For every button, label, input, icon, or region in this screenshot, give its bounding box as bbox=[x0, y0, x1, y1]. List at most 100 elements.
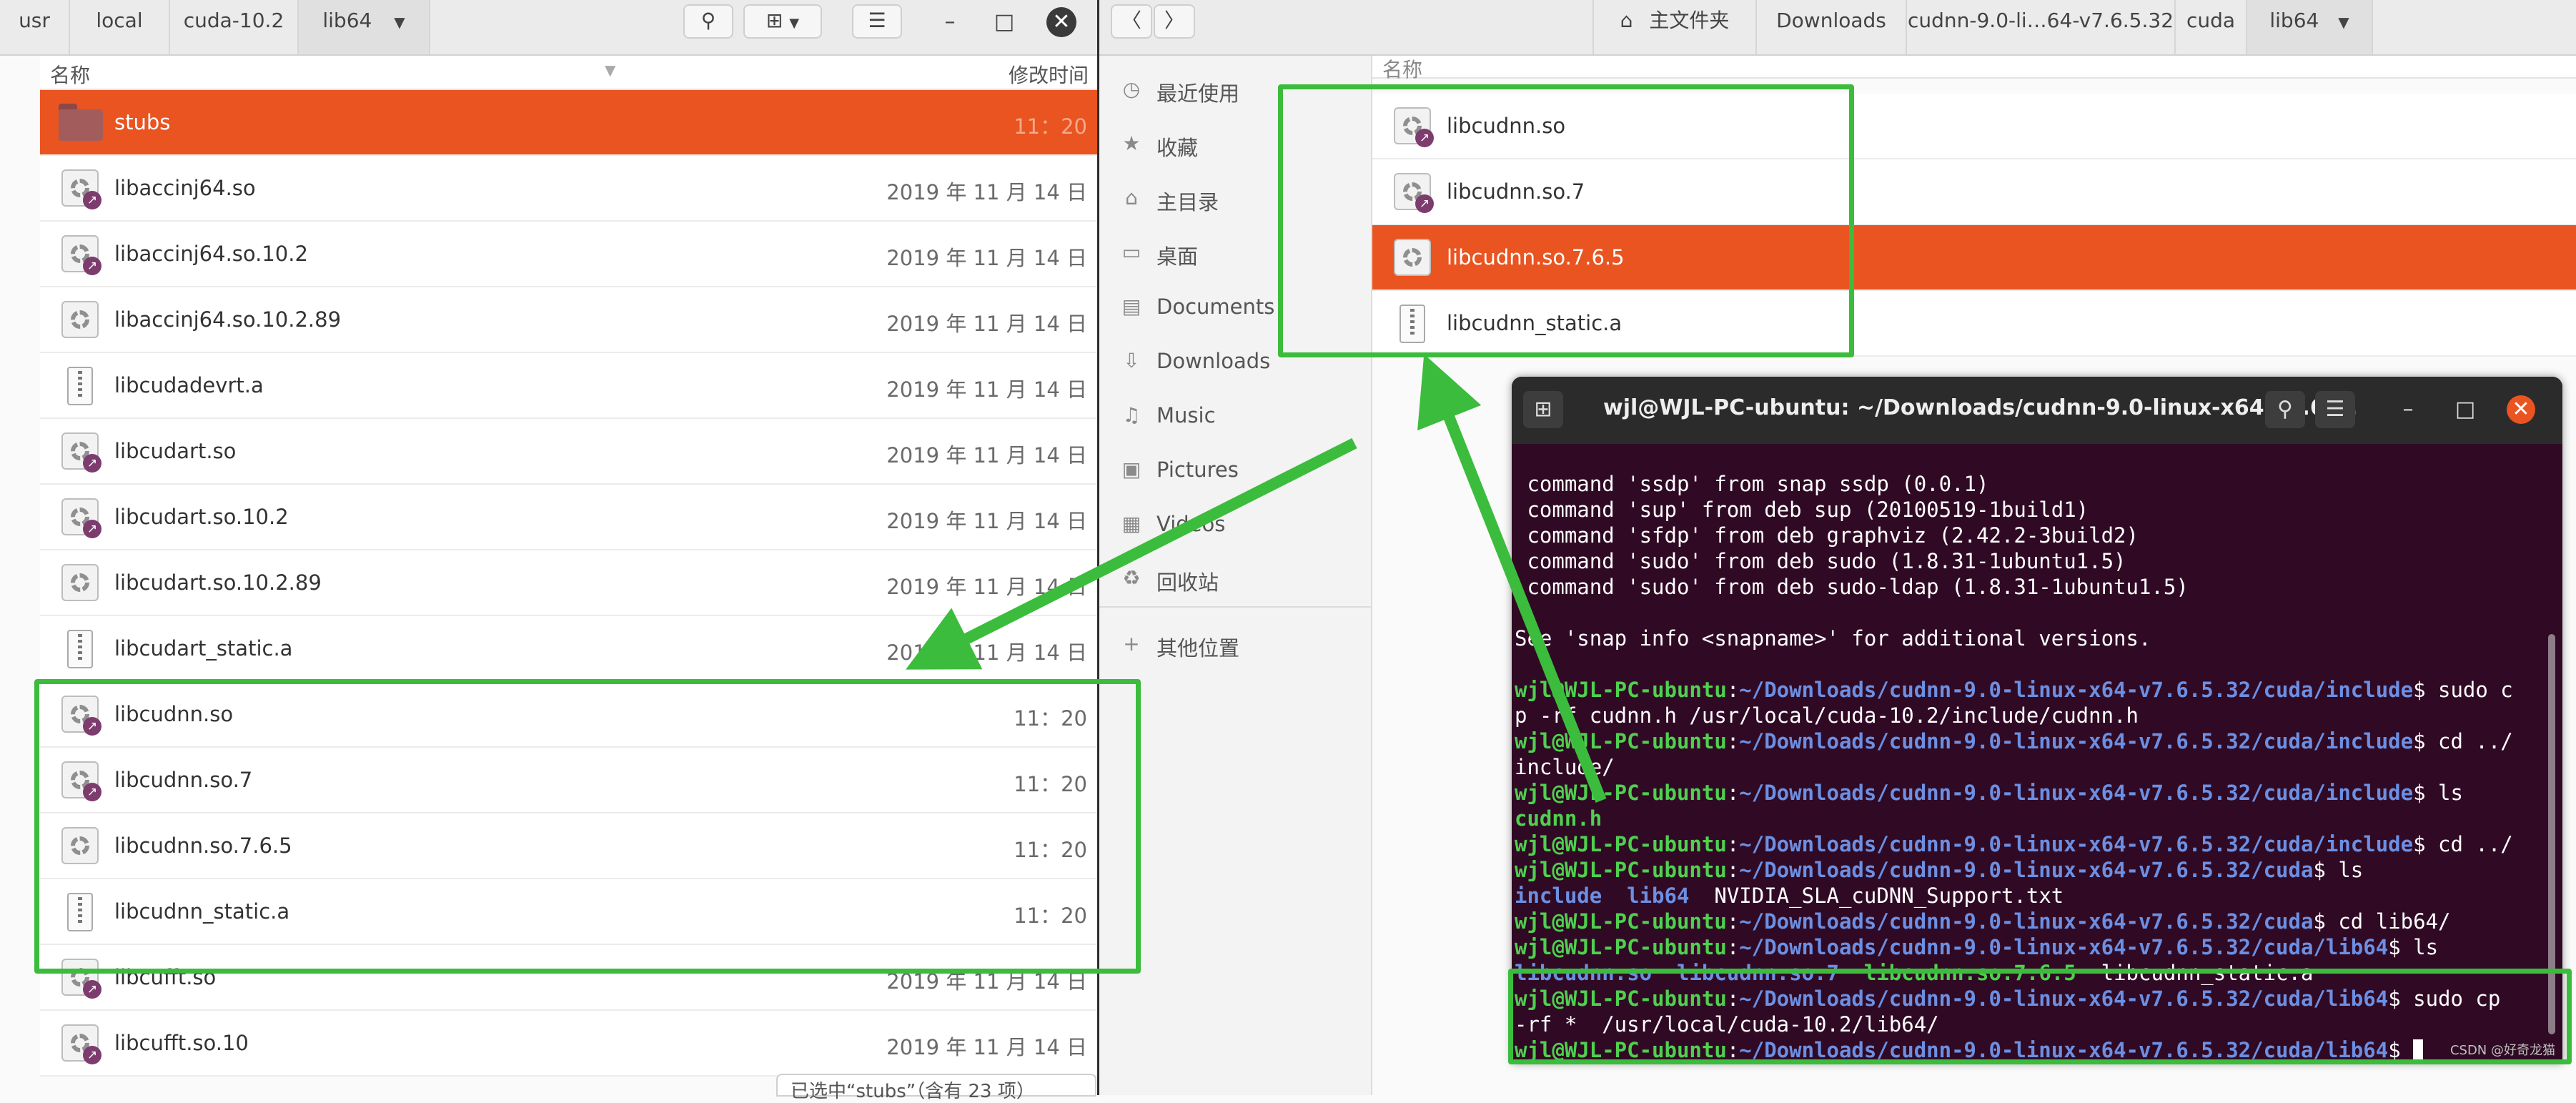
breadcrumb-cuda-10-2[interactable]: cuda-10.2 bbox=[170, 0, 299, 54]
sidebar-item[interactable]: ⌂ 主目录 bbox=[1099, 172, 1371, 226]
file-row[interactable]: libaccinj64.so.10.2.89 2019 年 11 月 14 日 bbox=[40, 287, 1097, 353]
sidebar-item[interactable]: ⇩ Downloads bbox=[1099, 335, 1371, 389]
symlink-library-icon: ↗ bbox=[61, 169, 101, 209]
link-arrow-icon: ↗ bbox=[1415, 194, 1434, 213]
sidebar-item[interactable]: ★ 收藏 bbox=[1099, 117, 1371, 172]
breadcrumb-cudnn[interactable]: cudnn-9.0-li…64-v7.6.5.32 bbox=[1907, 0, 2176, 54]
file-row[interactable]: libcudadevrt.a 2019 年 11 月 14 日 bbox=[40, 353, 1097, 419]
file-icon-slot bbox=[1394, 305, 1431, 343]
terminal-text: wjl@WJL-PC-ubuntu bbox=[1515, 678, 1727, 702]
terminal-text: wjl@WJL-PC-ubuntu bbox=[1515, 832, 1727, 856]
terminal-line: cudnn.h bbox=[1515, 806, 2544, 831]
terminal-text: : bbox=[1726, 729, 1740, 753]
chevron-down-icon: ▼ bbox=[789, 16, 800, 31]
sidebar-item-icon: ◷ bbox=[1122, 77, 1141, 101]
file-icon-slot bbox=[61, 564, 99, 603]
file-modified: 11：20 bbox=[1014, 772, 1087, 796]
selection-status-bar: 已选中“stubs”（含有 23 项） bbox=[776, 1074, 1096, 1102]
library-icon bbox=[61, 301, 99, 338]
file-icon-slot: ↗ bbox=[1394, 173, 1434, 213]
breadcrumb-home[interactable]: ⌂ 主文件夹 bbox=[1592, 0, 1757, 54]
terminal-text: ~/Downloads/cudnn-9.0-linux-x64-v7.6.5.3… bbox=[1739, 858, 2314, 882]
file-row[interactable]: ↗ libaccinj64.so 2019 年 11 月 14 日 bbox=[40, 156, 1097, 222]
breadcrumb-local[interactable]: local bbox=[70, 0, 170, 54]
view-mode-button[interactable]: ⊞ ▼ bbox=[743, 4, 822, 39]
terminal-text: : bbox=[1726, 678, 1740, 702]
sidebar-item[interactable]: ▭ 桌面 bbox=[1099, 226, 1371, 280]
file-row[interactable]: ↗ libcufft.so 2019 年 11 月 14 日 bbox=[40, 945, 1097, 1011]
menu-button[interactable]: ☰ bbox=[852, 4, 902, 39]
breadcrumb-cuda[interactable]: cuda bbox=[2176, 0, 2247, 54]
sidebar-item[interactable]: ▦ Videos bbox=[1099, 498, 1371, 552]
file-row[interactable]: ↗ libcudart.so 2019 年 11 月 14 日 bbox=[40, 419, 1097, 485]
file-row[interactable]: stubs 11：20 bbox=[40, 90, 1097, 156]
file-row[interactable]: ↗ libcudnn.so 11：20 bbox=[40, 682, 1097, 748]
terminal-minimize-button[interactable]: – bbox=[2391, 392, 2425, 427]
sidebar-item-icon: ▭ bbox=[1121, 240, 1141, 264]
terminal-text: command 'sudo' from deb sudo (1.8.31-1ub… bbox=[1515, 549, 2126, 573]
archive-icon bbox=[67, 630, 93, 668]
file-name: libcudnn.so.7 bbox=[114, 768, 253, 792]
sidebar-item[interactable]: ◷ 最近使用 bbox=[1099, 63, 1371, 117]
archive-icon bbox=[67, 367, 93, 405]
new-tab-button[interactable]: ⊞ bbox=[1523, 391, 1563, 428]
terminal-text: command 'sfdp' from deb graphviz (2.42.2… bbox=[1515, 523, 2139, 548]
file-row[interactable]: ↗ libcufft.so.10 2019 年 11 月 14 日 bbox=[40, 1011, 1097, 1077]
terminal-text: ~/Downloads/cudnn-9.0-linux-x64-v7.6.5.3… bbox=[1739, 678, 2414, 702]
search-button[interactable]: ⚲ bbox=[683, 4, 733, 39]
file-row[interactable]: libcudnn_static.a 11：20 bbox=[40, 879, 1097, 945]
file-row[interactable]: ↗ libaccinj64.so.10.2 2019 年 11 月 14 日 bbox=[40, 222, 1097, 287]
new-tab-icon: ⊞ bbox=[1534, 397, 1552, 422]
link-arrow-icon: ↗ bbox=[1415, 129, 1434, 147]
modified-column-header[interactable]: 修改时间 bbox=[1009, 60, 1089, 89]
file-row[interactable]: ↗ libcudnn.so.7 11：20 bbox=[40, 748, 1097, 813]
maximize-button[interactable]: □ bbox=[989, 7, 1019, 37]
breadcrumb-lib64[interactable]: lib64 ▼ bbox=[299, 0, 430, 54]
link-arrow-icon: ↗ bbox=[83, 257, 101, 275]
breadcrumb-home-label: 主文件夹 bbox=[1649, 9, 1730, 32]
breadcrumb-downloads[interactable]: Downloads bbox=[1757, 0, 1907, 54]
sort-down-icon: ▼ bbox=[605, 61, 616, 79]
maximize-icon: □ bbox=[2454, 397, 2476, 422]
sidebar-item[interactable]: ▣ Pictures bbox=[1099, 443, 1371, 498]
sidebar-item[interactable]: + 其他位置 bbox=[1099, 618, 1371, 672]
file-row[interactable]: libcudart_static.a 2019 年 11 月 14 日 bbox=[40, 616, 1097, 682]
terminal-search-button[interactable]: ⚲ bbox=[2265, 391, 2305, 428]
terminal-menu-button[interactable]: ☰ bbox=[2315, 391, 2355, 428]
forward-button[interactable]: 〉 bbox=[1154, 4, 1195, 39]
file-row[interactable]: libcudart.so.10.2.89 2019 年 11 月 14 日 bbox=[40, 550, 1097, 616]
minimize-button[interactable]: – bbox=[935, 7, 965, 37]
file-name: libcudart_static.a bbox=[114, 636, 293, 661]
file-row[interactable]: ↗ libcudart.so.10.2 2019 年 11 月 14 日 bbox=[40, 485, 1097, 550]
breadcrumb-usr[interactable]: usr bbox=[0, 0, 70, 54]
sidebar-item-label: 收藏 bbox=[1156, 136, 1199, 160]
terminal-text: : bbox=[1726, 1038, 1740, 1062]
name-column-header[interactable]: 名称 bbox=[1382, 54, 1422, 83]
back-button[interactable]: 〈 bbox=[1111, 4, 1152, 39]
symlink-library-icon: ↗ bbox=[1394, 173, 1434, 213]
name-column-header[interactable]: 名称 bbox=[50, 60, 90, 89]
file-name: libcudadevrt.a bbox=[114, 373, 264, 397]
sidebar-item[interactable]: ▤ Documents bbox=[1099, 280, 1371, 335]
file-row[interactable]: libcudnn.so.7.6.5 11：20 bbox=[40, 813, 1097, 879]
terminal-close-button[interactable]: ✕ bbox=[2507, 395, 2535, 424]
terminal-scrollbar[interactable] bbox=[2548, 634, 2555, 1034]
sidebar-item[interactable]: ♫ Music bbox=[1099, 389, 1371, 443]
file-icon-slot bbox=[61, 367, 99, 405]
file-icon-slot: ↗ bbox=[61, 498, 101, 538]
close-button[interactable]: ✕ bbox=[1046, 7, 1076, 37]
sidebar-item[interactable]: ♻ 回收站 bbox=[1099, 552, 1371, 606]
terminal-text: wjl@WJL-PC-ubuntu bbox=[1515, 858, 1727, 882]
file-row[interactable]: ↗ libcudnn.so.7 bbox=[1372, 159, 2576, 225]
file-row[interactable]: libcudnn.so.7.6.5 bbox=[1372, 225, 2576, 291]
terminal-output[interactable]: command 'ssdp' from snap ssdp (0.0.1) co… bbox=[1515, 471, 2544, 1063]
file-row[interactable]: libcudnn_static.a bbox=[1372, 291, 2576, 357]
terminal-maximize-button[interactable]: □ bbox=[2448, 392, 2482, 427]
home-icon: ⌂ bbox=[1620, 9, 1633, 32]
terminal-text: lib64 bbox=[1627, 884, 1690, 908]
terminal-text: ~/Downloads/cudnn-9.0-linux-x64-v7.6.5.3… bbox=[1739, 935, 2389, 959]
breadcrumb-lib64[interactable]: lib64 ▼ bbox=[2247, 0, 2373, 54]
file-row[interactable]: ↗ libcudnn.so bbox=[1372, 94, 2576, 159]
watermark: CSDN @好奇龙猫 bbox=[2449, 1043, 2555, 1058]
